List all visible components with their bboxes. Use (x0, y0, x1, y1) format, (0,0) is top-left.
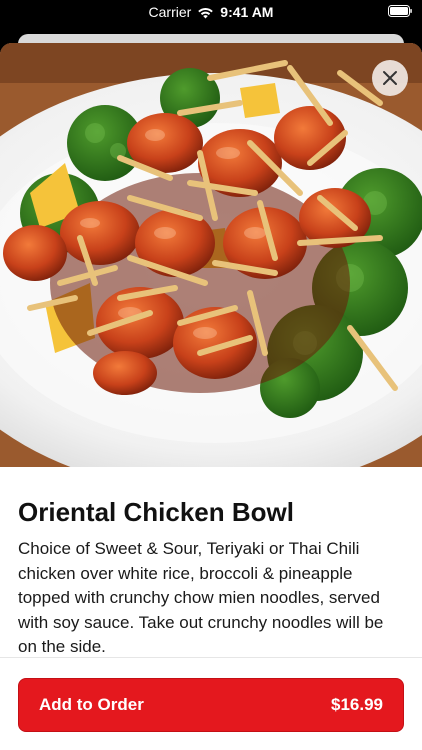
add-to-order-label: Add to Order (39, 695, 144, 714)
item-description: Choice of Sweet & Sour, Teriyaki or Thai… (18, 539, 384, 656)
screen: Carrier 9:41 AM Oriental Chicken Bowl Ch… (0, 0, 422, 750)
close-icon (383, 71, 397, 85)
order-price: $16.99 (331, 695, 383, 714)
food-photo (0, 43, 422, 467)
close-button[interactable] (372, 60, 408, 96)
item-title: Oriental Chicken Bowl (18, 497, 294, 527)
item-detail-card: Oriental Chicken Bowl Choice of Sweet & … (0, 43, 422, 750)
status-bar: Carrier 9:41 AM (0, 0, 422, 26)
food-illustration (0, 43, 422, 467)
battery-icon (388, 5, 412, 17)
carrier-label: Carrier (148, 4, 192, 20)
order-footer: Add to Order $16.99 (0, 657, 422, 750)
clock: 9:41 AM (220, 4, 274, 20)
add-to-order-button[interactable]: Add to Order $16.99 (18, 678, 404, 732)
wifi-icon (198, 7, 214, 18)
